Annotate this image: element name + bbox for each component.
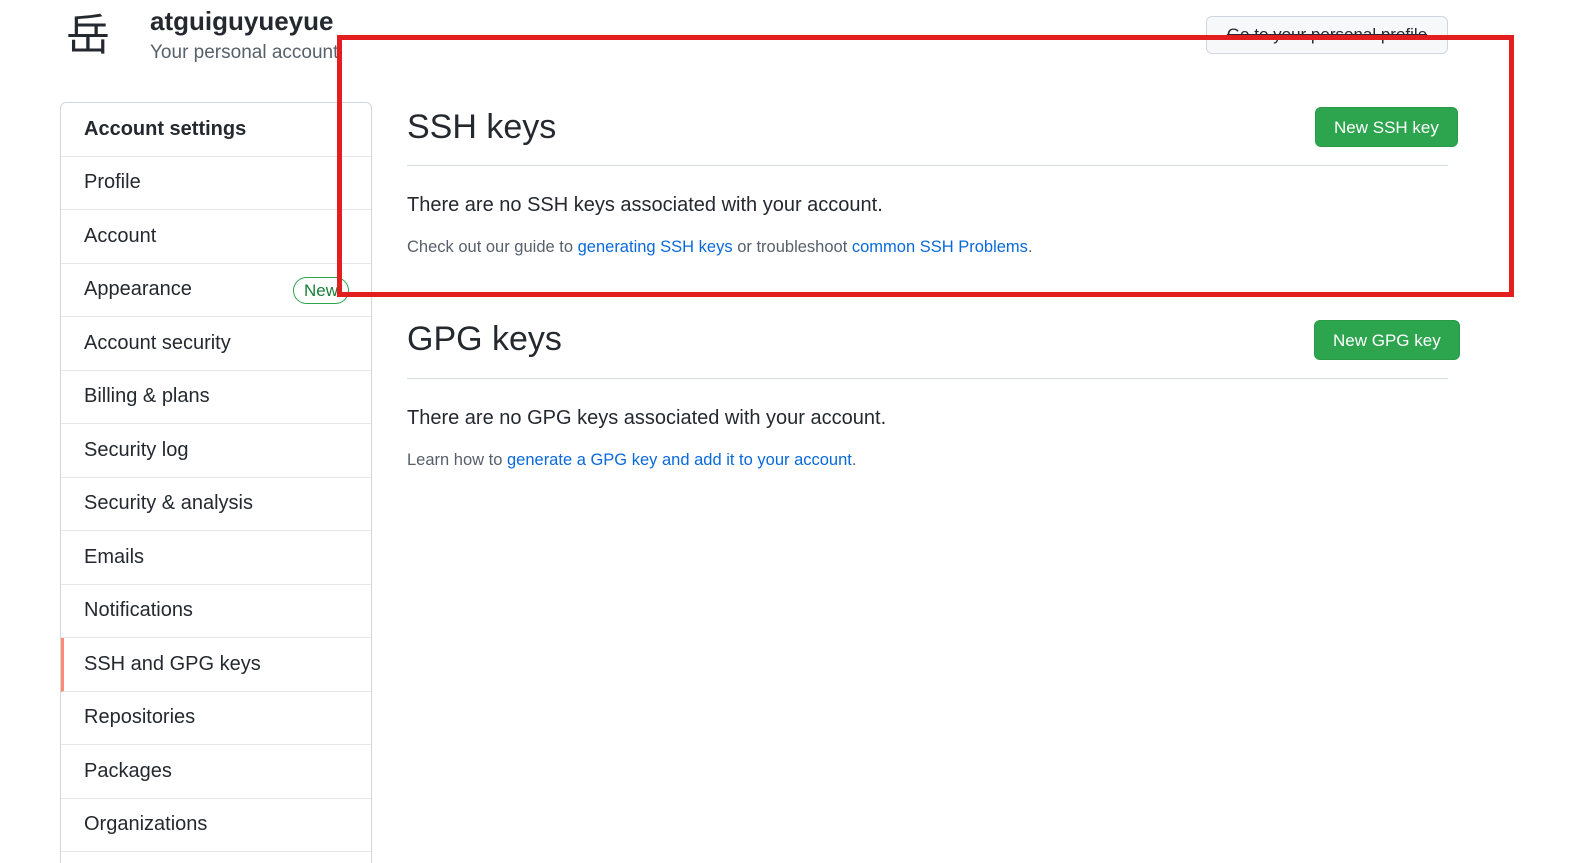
generating-ssh-keys-link[interactable]: generating SSH keys bbox=[578, 238, 733, 256]
ssh-empty-message: There are no SSH keys associated with yo… bbox=[407, 194, 883, 216]
ssh-divider bbox=[407, 165, 1448, 166]
sidebar-item-security-analysis[interactable]: Security & analysis bbox=[61, 478, 371, 531]
sidebar-item-profile[interactable]: Profile bbox=[61, 157, 371, 210]
new-ssh-key-button[interactable]: New SSH key bbox=[1315, 107, 1458, 147]
sidebar-item-organizations[interactable]: Organizations bbox=[61, 799, 371, 852]
sidebar-item-label: Packages bbox=[84, 759, 172, 782]
annotation-highlight-box bbox=[337, 35, 1514, 297]
sidebar-item-label: Account bbox=[84, 224, 157, 247]
gpg-help-suffix: . bbox=[851, 451, 857, 469]
sidebar-item-ssh-gpg-keys[interactable]: SSH and GPG keys bbox=[61, 638, 371, 692]
sidebar-item-label: Profile bbox=[84, 171, 141, 194]
sidebar-item-packages[interactable]: Packages bbox=[61, 745, 371, 799]
new-badge: New bbox=[292, 276, 349, 304]
sidebar-item-label: Emails bbox=[84, 545, 145, 568]
gpg-help-text: Learn how to generate a GPG key and add … bbox=[407, 451, 856, 470]
sidebar-item-label: Billing & plans bbox=[84, 385, 210, 408]
sidebar-item-billing-plans[interactable]: Billing & plans bbox=[61, 371, 371, 424]
account-type-label: Your personal account bbox=[150, 42, 339, 63]
sidebar-item-account-security[interactable]: Account security bbox=[61, 317, 371, 371]
sidebar-item-repositories[interactable]: Repositories bbox=[61, 692, 371, 745]
sidebar-item-label: Security & analysis bbox=[84, 492, 253, 515]
sidebar-item-label: Appearance bbox=[84, 278, 192, 301]
new-gpg-key-button[interactable]: New GPG key bbox=[1314, 320, 1460, 360]
username-heading[interactable]: atguiguyueyue bbox=[150, 6, 333, 37]
sidebar-item-security-log[interactable]: Security log bbox=[61, 424, 371, 478]
ssh-help-middle: or troubleshoot bbox=[732, 238, 852, 256]
ssh-help-suffix: . bbox=[1027, 238, 1033, 256]
sidebar-item-label: Account security bbox=[84, 331, 231, 354]
user-avatar[interactable]: 岳 bbox=[66, 12, 116, 60]
sidebar-item-account[interactable]: Account bbox=[61, 210, 371, 264]
sidebar-header-account-settings: Account settings bbox=[61, 103, 371, 157]
sidebar-item-label: SSH and GPG keys bbox=[84, 652, 261, 675]
sidebar-item-label: Organizations bbox=[84, 813, 208, 836]
sidebar-item-label: Notifications bbox=[84, 599, 193, 622]
gpg-keys-heading: GPG keys bbox=[407, 320, 562, 358]
sidebar-item-label: Security log bbox=[84, 438, 189, 461]
settings-sidebar: Account settings Profile Account Appeara… bbox=[60, 102, 372, 863]
sidebar-item-label: Repositories bbox=[84, 706, 196, 729]
ssh-help-text: Check out our guide to generating SSH ke… bbox=[407, 238, 1033, 257]
sidebar-item-appearance[interactable]: Appearance New bbox=[61, 264, 371, 317]
common-ssh-problems-link[interactable]: common SSH Problems bbox=[852, 238, 1028, 256]
gpg-help-prefix: Learn how to bbox=[407, 451, 507, 469]
ssh-help-prefix: Check out our guide to bbox=[407, 238, 578, 256]
go-to-profile-button[interactable]: Go to your personal profile bbox=[1206, 16, 1448, 54]
gpg-divider bbox=[407, 378, 1448, 379]
generate-gpg-key-link[interactable]: generate a GPG key and add it to your ac… bbox=[507, 451, 852, 469]
ssh-keys-heading: SSH keys bbox=[407, 108, 557, 146]
sidebar-item-emails[interactable]: Emails bbox=[61, 531, 371, 585]
sidebar-item-notifications[interactable]: Notifications bbox=[61, 585, 371, 638]
gpg-empty-message: There are no GPG keys associated with yo… bbox=[407, 407, 887, 429]
